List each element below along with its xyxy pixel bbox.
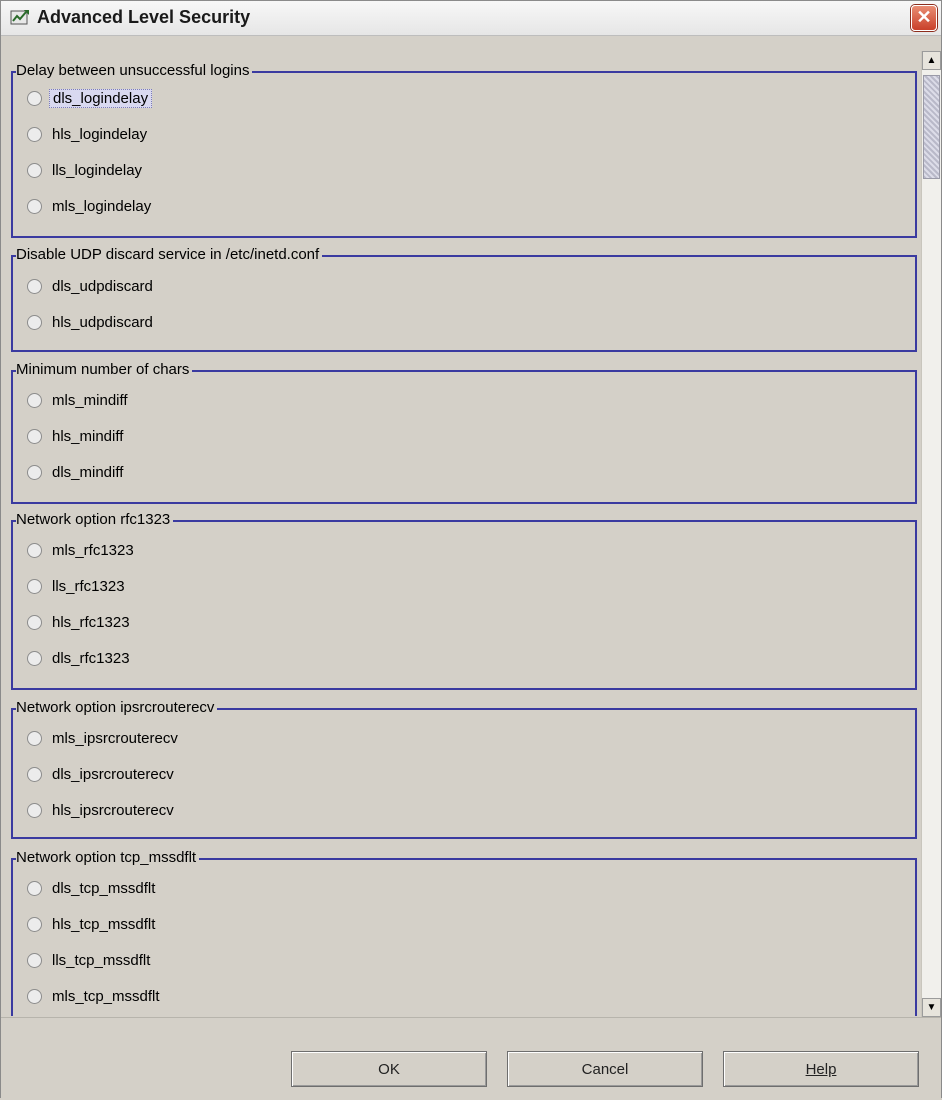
radio-button[interactable]: [27, 464, 42, 480]
option-label: hls_ipsrcrouterecv: [52, 801, 174, 819]
option-label: lls_rfc1323: [52, 577, 125, 595]
radio-option[interactable]: hls_logindelay: [27, 123, 150, 145]
group-rfc1323: Network option rfc1323 mls_rfc1323 lls_r…: [11, 511, 917, 690]
option-label: hls_udpdiscard: [52, 313, 153, 331]
title-bar[interactable]: Advanced Level Security ✕: [1, 1, 941, 36]
group-ipsrcrouterecv: Network option ipsrcrouterecv mls_ipsrcr…: [11, 699, 917, 839]
radio-option[interactable]: hls_udpdiscard: [27, 311, 156, 333]
radio-option[interactable]: mls_tcp_mssdflt: [27, 985, 163, 1007]
option-label: dls_rfc1323: [52, 649, 130, 667]
radio-option[interactable]: dls_ipsrcrouterecv: [27, 763, 177, 785]
radio-option[interactable]: dls_mindiff: [27, 461, 126, 483]
radio-button[interactable]: [27, 802, 42, 818]
option-label: dls_logindelay: [49, 88, 153, 108]
radio-button[interactable]: [27, 90, 42, 106]
option-label: hls_logindelay: [52, 125, 148, 143]
help-button[interactable]: Help: [723, 1051, 919, 1087]
radio-option[interactable]: lls_logindelay: [27, 159, 145, 181]
option-label: dls_mindiff: [52, 463, 124, 481]
radio-button[interactable]: [27, 278, 42, 294]
radio-option[interactable]: dls_rfc1323: [27, 647, 133, 669]
radio-button[interactable]: [27, 542, 42, 558]
radio-option[interactable]: hls_ipsrcrouterecv: [27, 799, 177, 821]
close-icon[interactable]: ✕: [911, 5, 937, 31]
option-label: mls_ipsrcrouterecv: [52, 729, 178, 747]
radio-option[interactable]: lls_tcp_mssdflt: [27, 949, 153, 971]
radio-option[interactable]: mls_rfc1323: [27, 539, 137, 561]
option-label: hls_mindiff: [52, 427, 124, 445]
radio-button[interactable]: [27, 428, 42, 444]
radio-option[interactable]: dls_logindelay: [27, 87, 153, 109]
radio-option[interactable]: lls_rfc1323: [27, 575, 128, 597]
option-label: lls_logindelay: [52, 161, 143, 179]
window-title: Advanced Level Security: [37, 7, 251, 27]
radio-option[interactable]: hls_mindiff: [27, 425, 126, 447]
security-app-icon: [10, 10, 29, 25]
option-label: mls_mindiff: [52, 391, 128, 409]
radio-option[interactable]: hls_rfc1323: [27, 611, 133, 633]
radio-option[interactable]: dls_tcp_mssdflt: [27, 877, 158, 899]
option-label: hls_rfc1323: [52, 613, 130, 631]
button-bar: OK Cancel Help: [1, 1017, 941, 1100]
group-title: Disable UDP discard service in /etc/inet…: [16, 246, 323, 263]
vertical-scrollbar[interactable]: ▲ ▼: [921, 51, 941, 1017]
group-mindiff: Minimum number of chars mls_mindiff hls_…: [11, 361, 917, 504]
group-title: Network option ipsrcrouterecv: [16, 699, 218, 716]
option-label: dls_udpdiscard: [52, 277, 153, 295]
radio-button[interactable]: [27, 766, 42, 782]
group-title: Minimum number of chars: [16, 361, 193, 378]
radio-button[interactable]: [27, 614, 42, 630]
radio-button[interactable]: [27, 988, 42, 1004]
dialog-window: Advanced Level Security ✕ Delay between …: [0, 0, 942, 1100]
radio-button[interactable]: [27, 392, 42, 408]
radio-option[interactable]: mls_mindiff: [27, 389, 131, 411]
option-label: dls_tcp_mssdflt: [52, 879, 156, 897]
radio-button[interactable]: [27, 314, 42, 330]
radio-button[interactable]: [27, 650, 42, 666]
radio-option[interactable]: hls_tcp_mssdflt: [27, 913, 158, 935]
radio-button[interactable]: [27, 126, 42, 142]
radio-option[interactable]: mls_ipsrcrouterecv: [27, 727, 181, 749]
option-label: mls_tcp_mssdflt: [52, 987, 160, 1005]
option-label: mls_logindelay: [52, 197, 152, 215]
scroll-down-icon[interactable]: ▼: [922, 998, 941, 1017]
radio-option[interactable]: dls_udpdiscard: [27, 275, 156, 297]
radio-button[interactable]: [27, 952, 42, 968]
radio-button[interactable]: [27, 578, 42, 594]
option-label: mls_rfc1323: [52, 541, 134, 559]
radio-button[interactable]: [27, 916, 42, 932]
group-title: Delay between unsuccessful logins: [16, 62, 253, 79]
radio-button[interactable]: [27, 198, 42, 214]
cancel-button[interactable]: Cancel: [507, 1051, 703, 1087]
group-tcp-mssdflt: Network option tcp_mssdflt dls_tcp_mssdf…: [11, 849, 917, 1016]
group-title: Network option rfc1323: [16, 511, 174, 528]
group-udpdiscard: Disable UDP discard service in /etc/inet…: [11, 246, 917, 352]
radio-button[interactable]: [27, 162, 42, 178]
options-scroll-area[interactable]: Delay between unsuccessful logins dls_lo…: [11, 41, 941, 1016]
radio-button[interactable]: [27, 730, 42, 746]
radio-option[interactable]: mls_logindelay: [27, 195, 154, 217]
scroll-up-icon[interactable]: ▲: [922, 51, 941, 70]
group-title: Network option tcp_mssdflt: [16, 849, 200, 866]
ok-button[interactable]: OK: [291, 1051, 487, 1087]
group-logindelay: Delay between unsuccessful logins dls_lo…: [11, 62, 917, 238]
option-label: hls_tcp_mssdflt: [52, 915, 156, 933]
option-label: dls_ipsrcrouterecv: [52, 765, 174, 783]
option-label: lls_tcp_mssdflt: [52, 951, 151, 969]
radio-button[interactable]: [27, 880, 42, 896]
scrollbar-thumb[interactable]: [923, 75, 940, 179]
